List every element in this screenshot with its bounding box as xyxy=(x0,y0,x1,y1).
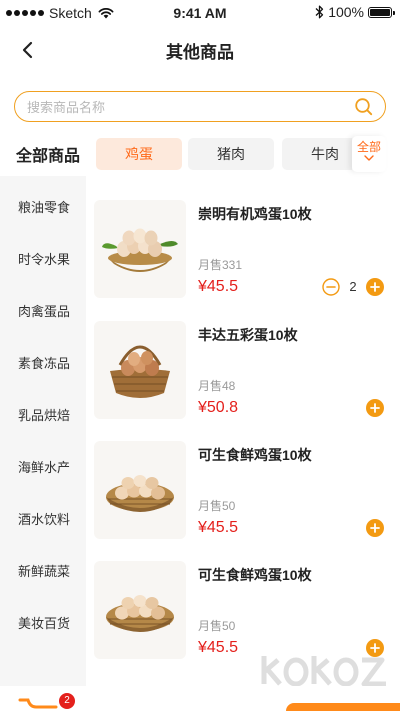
product-price: ¥45.5 xyxy=(198,278,239,295)
product-card: 崇明有机鸡蛋10枚 月售331 ¥45.5 2 xyxy=(94,200,392,312)
search-icon[interactable] xyxy=(354,97,373,116)
sidebar-item-grain-snacks[interactable]: 粮油零食 xyxy=(0,182,86,234)
checkout-button[interactable] xyxy=(286,703,400,711)
product-name[interactable]: 可生食鲜鸡蛋10枚 xyxy=(198,445,312,465)
product-name[interactable]: 崇明有机鸡蛋10枚 xyxy=(198,204,312,224)
search-input[interactable] xyxy=(27,97,347,117)
chevron-down-icon xyxy=(364,155,374,161)
product-price: ¥45.5 xyxy=(198,639,239,656)
bluetooth-icon xyxy=(315,5,324,19)
category-tabs: 鸡蛋 猪肉 牛肉 xyxy=(96,138,352,170)
nav-bar: 其他商品 xyxy=(0,26,400,72)
search-bar xyxy=(14,91,386,122)
product-image[interactable] xyxy=(94,561,186,659)
product-image[interactable] xyxy=(94,200,186,298)
sidebar-item-seasonal-fruit[interactable]: 时令水果 xyxy=(0,234,86,286)
all-categories-label: 全部 xyxy=(356,140,381,154)
sidebar-item-seafood[interactable]: 海鲜水产 xyxy=(0,442,86,494)
quantity-value: 2 xyxy=(349,279,357,294)
all-categories-toggle[interactable]: 全部 xyxy=(352,136,386,172)
product-monthly-sales: 月售50 xyxy=(198,619,236,633)
category-tab-beef[interactable]: 牛肉 xyxy=(282,138,352,170)
sidebar-item-meat-poultry-eggs[interactable]: 肉禽蛋品 xyxy=(0,286,86,338)
product-monthly-sales: 月售331 xyxy=(198,258,243,272)
status-right-group: 100% xyxy=(315,4,395,20)
sidebar-item-drinks[interactable]: 酒水饮料 xyxy=(0,494,86,546)
category-sidebar: 粮油零食 时令水果 肉禽蛋品 素食冻品 乳品烘焙 海鲜水产 酒水饮料 新鲜蔬菜 … xyxy=(0,176,86,686)
page-title: 其他商品 xyxy=(166,43,234,62)
plus-circle-icon[interactable] xyxy=(366,399,384,417)
product-image[interactable] xyxy=(94,321,186,419)
minus-circle-icon[interactable] xyxy=(322,278,340,296)
product-card: 丰达五彩蛋10枚 月售48 ¥50.8 xyxy=(94,321,392,433)
status-bar: Sketch 9:41 AM 100% xyxy=(0,0,400,26)
plus-circle-icon[interactable] xyxy=(366,519,384,537)
product-price: ¥50.8 xyxy=(198,399,239,416)
category-tab-eggs[interactable]: 鸡蛋 xyxy=(96,138,182,170)
product-name[interactable]: 可生食鲜鸡蛋10枚 xyxy=(198,565,312,585)
category-tab-pork[interactable]: 猪肉 xyxy=(188,138,274,170)
sidebar-item-frozen-food[interactable]: 素食冻品 xyxy=(0,338,86,390)
cart-icon[interactable] xyxy=(18,697,60,709)
plus-circle-icon[interactable] xyxy=(366,278,384,296)
section-title: 全部商品 xyxy=(16,148,81,165)
product-card: 可生食鲜鸡蛋10枚 月售50 ¥45.5 xyxy=(94,441,392,553)
sidebar-item-dairy-bakery[interactable]: 乳品烘焙 xyxy=(0,390,86,442)
product-price: ¥45.5 xyxy=(198,519,239,536)
battery-percent: 100% xyxy=(328,4,364,20)
cart-badge: 2 xyxy=(59,693,75,709)
product-monthly-sales: 月售50 xyxy=(198,499,236,513)
product-name[interactable]: 丰达五彩蛋10枚 xyxy=(198,325,298,345)
product-monthly-sales: 月售48 xyxy=(198,379,236,393)
product-image[interactable] xyxy=(94,441,186,539)
battery-icon xyxy=(368,6,395,18)
sidebar-item-beauty-goods[interactable]: 美妆百货 xyxy=(0,598,86,650)
sidebar-item-vegetables[interactable]: 新鲜蔬菜 xyxy=(0,546,86,598)
